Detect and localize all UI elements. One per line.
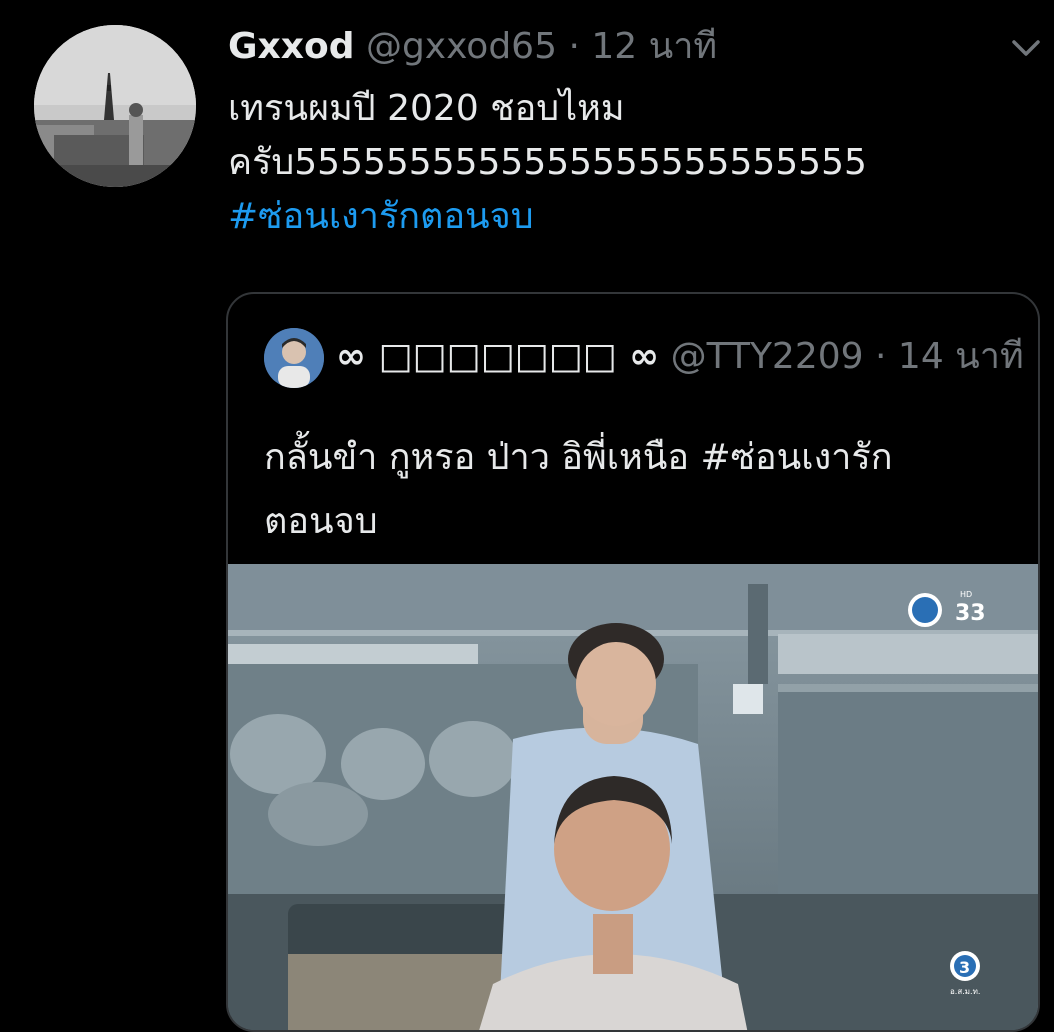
avatar[interactable] <box>34 25 196 187</box>
media-image[interactable]: 33 HD 3 อ.ส.ม.ท. <box>228 564 1038 1030</box>
quoted-text-line: ตอนจบ <box>264 501 378 542</box>
hashtag-link[interactable]: #ซ่อนเงารักตอนจบ <box>228 190 867 244</box>
author-name[interactable]: Gxxod <box>228 26 355 67</box>
separator-dot: · <box>875 336 887 377</box>
channel-logo-top: 33 <box>955 601 986 626</box>
quoted-timestamp[interactable]: 14 นาที <box>898 336 1024 377</box>
quoted-text: กลั้นขำ กูหรอ ป่าว อิพี่เหนือ #ซ่อนเงารั… <box>264 426 893 554</box>
channel-logo-bottom: 3 <box>959 958 970 977</box>
timestamp[interactable]: 12 นาที <box>591 26 717 67</box>
tweet-header: Gxxod @gxxod65 · 12 นาที <box>228 24 717 70</box>
channel-logo-bottom-small: อ.ส.ม.ท. <box>950 987 980 996</box>
author-handle[interactable]: @gxxod65 <box>366 26 557 67</box>
quoted-author-name[interactable]: ∞ □□□□□□□ ∞ <box>336 336 659 377</box>
quoted-hashtag: #ซ่อนเงารัก <box>700 437 893 478</box>
quoted-header: ∞ □□□□□□□ ∞ @TTY2209 · 14 นาที <box>336 334 1024 380</box>
quoted-author-handle[interactable]: @TTY2209 <box>671 336 864 377</box>
quoted-text-line: กลั้นขำ กูหรอ ป่าว อิพี่เหนือ <box>264 437 701 478</box>
chevron-down-icon[interactable] <box>1006 32 1046 64</box>
tweet-text: เทรนผมปี 2020 ชอบไหม ครับ555555555555555… <box>228 82 867 244</box>
tweet-text-line: เทรนผมปี 2020 ชอบไหม <box>228 88 625 129</box>
tweet-text-line: ครับ5555555555555555555555555 <box>228 142 867 183</box>
quoted-tweet-card[interactable]: ∞ □□□□□□□ ∞ @TTY2209 · 14 นาที กลั้นขำ ก… <box>226 292 1040 1032</box>
channel-logo-top-small: HD <box>960 590 972 599</box>
separator-dot: · <box>568 26 580 67</box>
quoted-avatar[interactable] <box>264 328 324 388</box>
